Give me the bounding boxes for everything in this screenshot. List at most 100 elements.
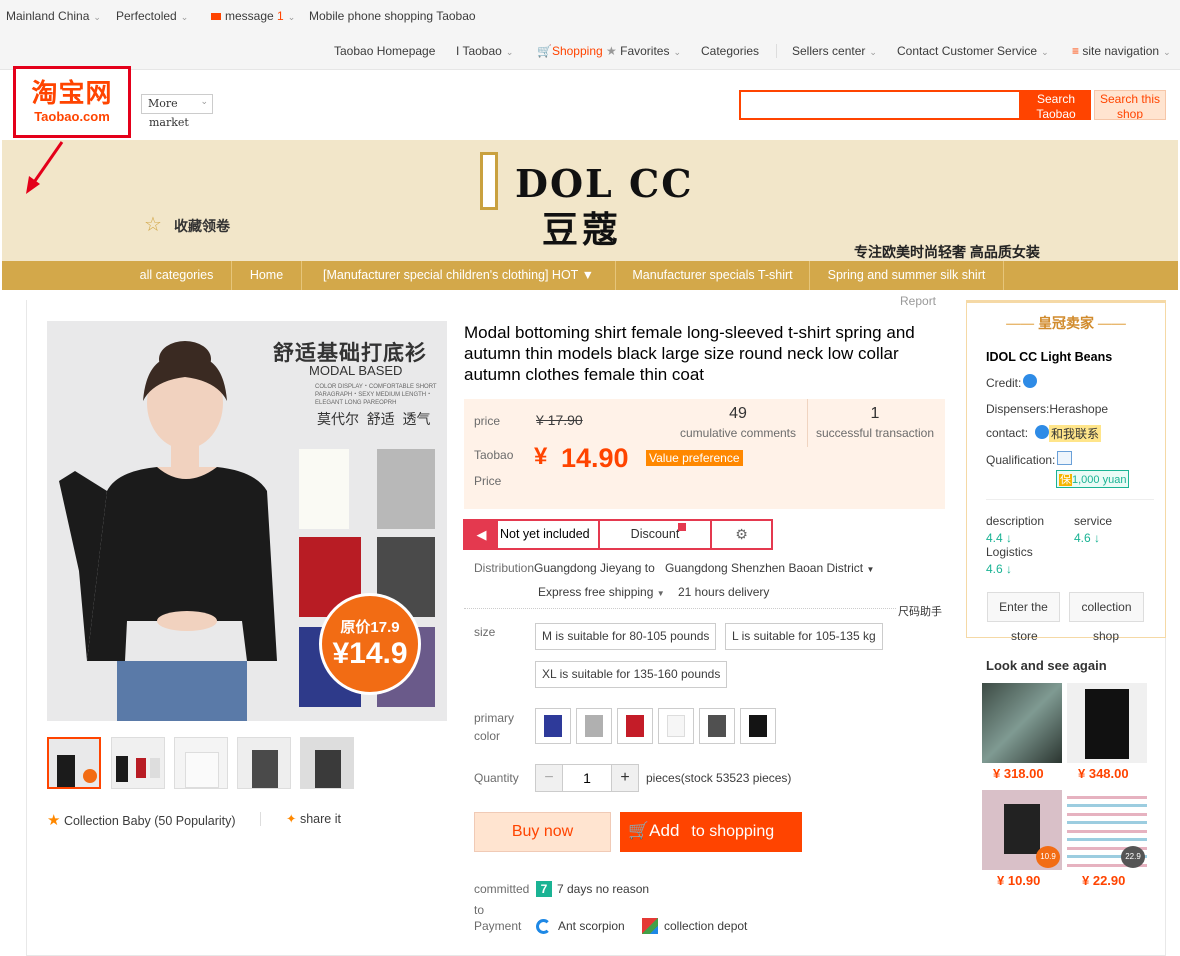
contact-seller-button[interactable]: 和我联系 [1049,425,1102,442]
favorites-label: Favorites [620,44,670,58]
mobile-shopping-link[interactable]: Mobile phone shopping Taobao [309,9,476,23]
quantity-plus-button[interactable]: + [611,764,639,792]
committed-label-2: to [474,904,485,915]
description-score-value: 4.4 [986,531,1003,545]
add-to-cart-button[interactable]: 🛒Add to shopping [620,812,802,852]
image-small-text: COLOR DISPLAY・COMFORTABLE SHORT PARAGRAP… [315,384,437,406]
user-menu[interactable]: Perfectoled ⌄ [116,9,188,23]
site-navigation-link[interactable]: ≡ site navigation ⌄ [1072,44,1171,58]
depot-icon [642,918,658,934]
site-topbar: Mainland China ⌄ Perfectoled ⌄ message 1 ⌄ … [0,0,1180,70]
sellers-center-link[interactable]: Sellers center ⌄ [792,44,877,58]
size-label: size [474,625,496,639]
star-icon: ★ [47,812,61,829]
quantity-input[interactable] [562,764,612,792]
shop-info-panel: —— 皇冠卖家 —— IDOL CC Light Beans Credit: D… [966,300,1166,643]
image-tagline: 莫代尔 舒适 透气 [317,411,431,427]
categories-link[interactable]: Categories [701,44,759,58]
nav-children-clothing[interactable]: [Manufacturer special children's clothin… [302,261,616,290]
deposit-badge: 保1,000 yuan [1056,470,1130,488]
collection-baby-link[interactable]: ★ Collection Baby (50 Popularity) [47,811,236,829]
search-header: More ⌄ market Search Taobao Search this … [0,70,1180,140]
thumbnail-5[interactable] [300,737,354,789]
product-title: Modal bottoming shirt female long-sleeve… [464,323,915,384]
nav-all-categories[interactable]: all categories [122,261,232,290]
badge-sale-price: ¥14.9 [332,637,408,670]
recommend-item-3[interactable]: 10.9 [982,790,1062,870]
ant-payment[interactable]: Ant scorpion [558,919,625,933]
tab-discount[interactable]: Discount [600,521,712,548]
taobao-logo[interactable]: 淘宝网 Taobao.com [13,66,131,138]
size-option-m[interactable]: M is suitable for 80-105 pounds [535,623,717,650]
size-helper-link[interactable]: 尺码助手 [898,603,942,619]
report-link[interactable]: Report [896,294,941,308]
message-link[interactable]: message 1 ⌄ [211,9,295,23]
nav-home[interactable]: Home [232,261,302,290]
recommend-badge: 10.9 [1036,846,1060,868]
color-swatch-gray[interactable] [576,708,612,744]
stock-info: pieces(stock 53523 pieces) [646,771,792,785]
message-label: message [225,9,274,23]
collect-shop-button[interactable]: collection [1069,592,1144,622]
favorites-link[interactable]: ★ Favorites ⌄ [606,44,681,58]
customer-service-link[interactable]: Contact Customer Service ⌄ [897,44,1049,58]
chevron-down-icon: ⌄ [180,12,189,22]
collection-depot[interactable]: collection depot [664,919,747,933]
thumbnail-1[interactable] [47,737,101,789]
back-arrow-icon[interactable]: ◀ [465,521,498,548]
main-product-image[interactable]: 舒适基础打底衫 MODAL BASED COLOR DISPLAY・COMFOR… [47,321,447,721]
distribution-label: Distribution [474,561,535,575]
nav-tshirt[interactable]: Manufacturer specials T-shirt [616,261,810,290]
chevron-down-icon: ⌄ [1041,47,1049,57]
my-taobao-link[interactable]: I Taobao ⌄ [456,44,513,58]
buy-now-button[interactable]: Buy now [474,812,611,852]
shopping-cart-link[interactable]: 🛒Shopping [537,44,603,58]
color-swatch-red[interactable] [617,708,653,744]
size-option-l[interactable]: L is suitable for 105-135 kg [725,623,883,650]
enter-store-button[interactable]: Enter the [987,592,1060,622]
recommend-item-1[interactable] [982,683,1062,763]
caret-down-icon: ▼ [581,268,594,282]
recommend-item-2[interactable] [1067,683,1147,763]
destination-selector[interactable]: Guangdong Shenzhen Baoan District ▼ [665,561,874,575]
comments-stat[interactable]: 49 cumulative comments [674,405,802,440]
quantity-minus-button[interactable]: − [535,764,563,792]
color-swatch-dark-gray[interactable] [699,708,735,744]
collect-coupon-link[interactable]: 收藏领卷 [174,216,230,236]
color-swatch-blue[interactable] [535,708,571,744]
size-option-xl[interactable]: XL is suitable for 135-160 pounds [535,661,728,688]
service-label: service [1074,514,1113,528]
color-label: primary [474,711,515,725]
tab-discount-label: Discount [630,527,680,541]
thumbnail-2[interactable] [111,737,165,789]
ant-icon [536,919,551,934]
search-shop-button[interactable]: Search this shop [1094,90,1166,120]
search-input[interactable] [739,90,1021,120]
color-swatch-black[interactable] [740,708,776,744]
swatch-fill [749,715,767,737]
tab-not-included[interactable]: Not yet included [498,521,600,548]
shop-name[interactable]: IDOL CC Light Beans [986,350,1112,364]
logistics-score: 4.6 ↓ [986,562,1012,576]
settings-gear-icon[interactable]: ⚙ [712,521,771,548]
thumbnail-4[interactable] [237,737,291,789]
credit-label: Credit: [986,376,1022,390]
search-taobao-button[interactable]: Search Taobao [1021,90,1091,120]
nav-silk-shirt[interactable]: Spring and summer silk shirt [810,261,1004,290]
deposit-icon: 保 [1059,474,1072,486]
color-swatch-white[interactable] [658,708,694,744]
seven-days-return[interactable]: 7 days no reason [557,882,649,896]
credit-icon [1023,374,1037,388]
recommend-item-4[interactable]: 22.9 [1067,790,1147,870]
taobao-homepage-link[interactable]: Taobao Homepage [334,44,435,58]
thumbnail-figure [252,750,278,788]
caret-down-icon: ▼ [866,565,875,574]
share-link[interactable]: ✦ share it [286,811,341,826]
crown-seller: —— 皇冠卖家 —— [967,303,1165,343]
currency-symbol: ¥ [534,443,548,470]
more-market-dropdown[interactable]: More ⌄ [141,94,213,114]
shipping-selector[interactable]: Express free shipping ▼ [538,585,665,599]
thumbnail-3[interactable] [174,737,228,789]
arrow-down-icon: ↓ [1006,531,1013,545]
region-selector[interactable]: Mainland China ⌄ [6,9,101,23]
